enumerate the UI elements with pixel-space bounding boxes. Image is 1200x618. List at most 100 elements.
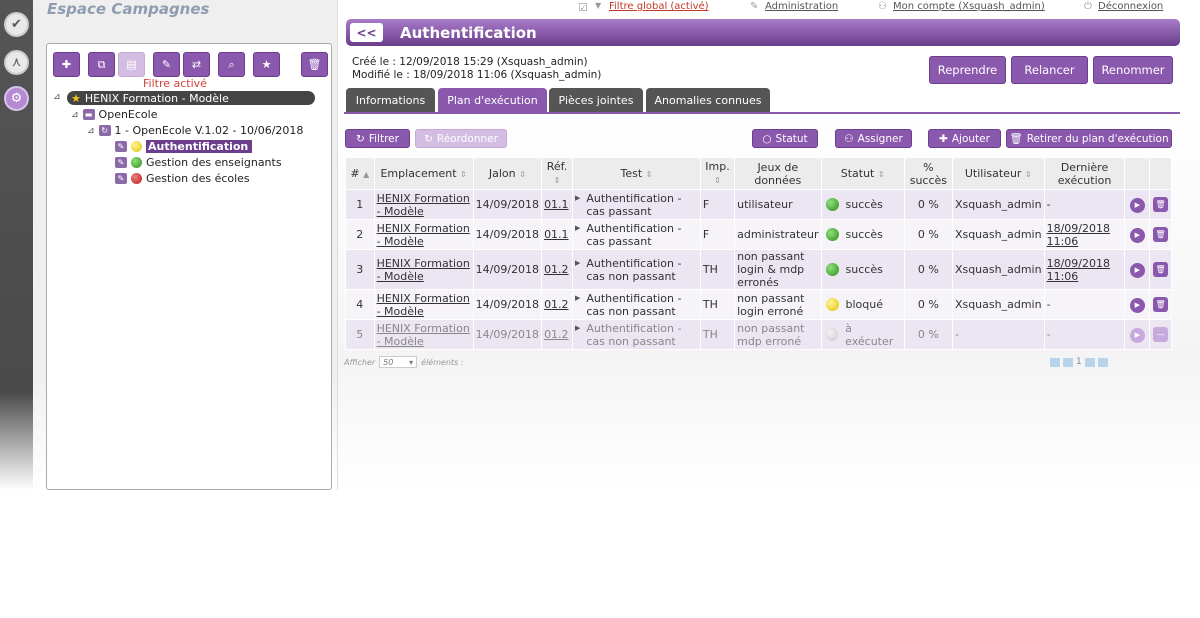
reference-link[interactable]: 01.1 [541, 219, 573, 250]
delete-button[interactable]: 🗑 [301, 52, 328, 77]
reference-link[interactable]: 01.2 [541, 249, 573, 290]
location-link[interactable]: HENIX Formation - Modèle [373, 249, 474, 290]
location-link[interactable]: HENIX Formation - Modèle [373, 219, 474, 250]
location-link[interactable]: HENIX Formation - Modèle [373, 189, 474, 220]
paste-button[interactable]: ▤ [118, 52, 145, 77]
last-execution-cell: - [1043, 189, 1126, 220]
tree-item-suite[interactable]: ✎ Gestion des enseignants [115, 156, 282, 169]
move-button[interactable]: ⇄ [183, 52, 210, 77]
user-cell[interactable]: Xsquash_admin [951, 289, 1045, 320]
page-size-select[interactable]: 50 ▾ [379, 356, 418, 368]
location-link[interactable]: HENIX Formation - Modèle [373, 319, 474, 350]
table-row[interactable]: 3 HENIX Formation - Modèle 14/09/2018 01.2 ▶… [345, 249, 1172, 290]
campaign-gears-icon[interactable]: ⚙ [4, 86, 29, 111]
user-cell[interactable]: Xsquash_admin [951, 249, 1045, 290]
column-header[interactable]: Dernière exécution [1043, 157, 1126, 190]
reference-link[interactable]: 01.2 [541, 289, 573, 320]
resume-button[interactable]: Reprendre [929, 56, 1006, 84]
last-execution-cell[interactable]: 18/09/2018 11:06 [1043, 249, 1126, 290]
rename-button[interactable]: ✎ [153, 52, 180, 77]
chevron-down-icon[interactable]: ▼ [595, 1, 601, 10]
test-cell[interactable]: ▶ Authentification - cas passant [571, 219, 701, 250]
last-page-icon[interactable] [1097, 357, 1108, 367]
tab-attachments[interactable]: Pièces jointes [549, 88, 643, 113]
reorder-button[interactable]: ↻ Réordonner [415, 129, 507, 148]
run-button[interactable]: ▶ [1124, 189, 1151, 220]
rename-suite-button[interactable]: Renommer [1093, 56, 1173, 84]
relaunch-button[interactable]: Relancer [1011, 56, 1088, 84]
delete-row-button[interactable]: 🗑 [1149, 249, 1172, 290]
add-test-button[interactable]: ✚ Ajouter [928, 129, 1001, 148]
location-link[interactable]: HENIX Formation - Modèle [373, 289, 474, 320]
run-button[interactable]: ▶ [1124, 219, 1151, 250]
delete-row-button[interactable]: 🗑 [1149, 219, 1172, 250]
add-button[interactable]: ✚ [53, 52, 80, 77]
reference-link[interactable]: 01.2 [541, 319, 573, 350]
run-button[interactable]: ▶ [1124, 249, 1151, 290]
administration-link[interactable]: Administration [765, 1, 838, 12]
workflow-icon[interactable]: ⋏ [4, 50, 29, 75]
run-button[interactable]: ▶ [1124, 289, 1151, 320]
status-cell[interactable]: succès [820, 249, 905, 290]
user-cell[interactable]: Xsquash_admin [951, 219, 1045, 250]
status-cell[interactable]: succès [820, 189, 905, 220]
status-button[interactable]: ○ Statut [752, 129, 818, 148]
user-cell[interactable]: - [951, 319, 1045, 350]
test-cell[interactable]: ▶ Authentification - cas non passant [571, 289, 701, 320]
column-header[interactable]: Jeux de données [734, 157, 822, 190]
column-header[interactable]: Imp. ⇕ [699, 157, 736, 190]
column-header[interactable]: Test ⇕ [571, 157, 701, 190]
table-row[interactable]: 4 HENIX Formation - Modèle 14/09/2018 01.2 ▶… [345, 289, 1172, 320]
delete-row-button[interactable]: 🗑 [1149, 289, 1172, 320]
column-header[interactable]: Utilisateur ⇕ [951, 157, 1045, 190]
checkbox-icon[interactable]: ☑ [578, 1, 588, 14]
delete-row-button[interactable]: 🗑 [1149, 189, 1172, 220]
column-header[interactable]: # ▲ [345, 157, 375, 190]
last-execution-cell[interactable]: 18/09/2018 11:06 [1043, 219, 1126, 250]
check-circle-icon[interactable]: ✔ [4, 12, 29, 37]
search-button[interactable]: ⌕ [218, 52, 245, 77]
first-page-icon[interactable] [1050, 357, 1060, 367]
tab-informations[interactable]: Informations [346, 88, 435, 113]
status-cell[interactable]: bloqué [820, 289, 905, 320]
status-cell[interactable]: à exécuter [820, 319, 905, 350]
run-button[interactable]: ▶ [1124, 319, 1151, 350]
account-link[interactable]: Mon compte (Xsquash_admin) [893, 1, 1045, 12]
column-header[interactable]: Jalon ⇕ [472, 157, 543, 190]
reference-link[interactable]: 01.1 [541, 189, 573, 220]
column-header[interactable]: Statut ⇕ [820, 157, 905, 190]
tree-expander[interactable]: ⊿ [53, 92, 61, 102]
copy-button[interactable]: ⧉ [88, 52, 115, 77]
table-row[interactable]: 2 HENIX Formation - Modèle 14/09/2018 01.1 ▶… [345, 219, 1172, 250]
table-row[interactable]: 5 HENIX Formation - Modèle 14/09/2018 01.2 ▶… [345, 319, 1172, 350]
tree-item-project[interactable]: ⊿ ▬ OpenEcole [71, 108, 157, 121]
campaign-tree-panel: ✚ ⧉ ▤ ✎ ⇄ ⌕ ★ 🗑 Filtre activé ⊿ ★ HENIX … [46, 43, 332, 490]
table-row[interactable]: 1 HENIX Formation - Modèle 14/09/2018 01.1 ▶… [345, 189, 1172, 220]
favorite-button[interactable]: ★ [253, 52, 280, 77]
column-header[interactable]: Emplacement ⇕ [373, 157, 474, 190]
tree-item-suite[interactable]: ✎ Gestion des écoles [115, 172, 250, 185]
tab-known-issues[interactable]: Anomalies connues [646, 88, 770, 113]
elements-label: éléments : [421, 357, 464, 367]
remove-from-plan-button[interactable]: 🗑 Retirer du plan d'exécution [1006, 129, 1172, 148]
next-page-icon[interactable] [1084, 357, 1095, 367]
test-cell[interactable]: ▶ Authentification - cas non passant [571, 249, 701, 290]
global-filter-link[interactable]: Filtre global (activé) [609, 1, 709, 12]
collapse-button[interactable]: << [350, 23, 383, 42]
test-cell[interactable]: ▶ Authentification - cas non passant [571, 319, 701, 350]
status-cell[interactable]: succès [820, 219, 905, 250]
test-cell[interactable]: ▶ Authentification - cas passant [571, 189, 701, 220]
tab-execution-plan[interactable]: Plan d'exécution [438, 88, 547, 113]
tree-root-project[interactable]: ★ HENIX Formation - Modèle [67, 91, 315, 105]
column-header[interactable]: Réf. ⇕ [541, 157, 573, 190]
filter-button[interactable]: ↻ Filtrer [345, 129, 410, 148]
column-header[interactable]: % succès [903, 157, 953, 190]
user-cell[interactable]: Xsquash_admin [951, 189, 1045, 220]
assign-button[interactable]: ⚇ Assigner [835, 129, 912, 148]
logout-link[interactable]: Déconnexion [1098, 1, 1163, 12]
delete-row-button[interactable]: — [1149, 319, 1172, 350]
prev-page-icon[interactable] [1063, 357, 1073, 367]
success-rate-cell: 0 % [903, 289, 953, 320]
tree-item-suite[interactable]: ✎ Authentification [115, 140, 253, 153]
tree-item-iteration[interactable]: ⊿ ↻ 1 - OpenEcole V.1.02 - 10/06/2018 [87, 124, 303, 137]
